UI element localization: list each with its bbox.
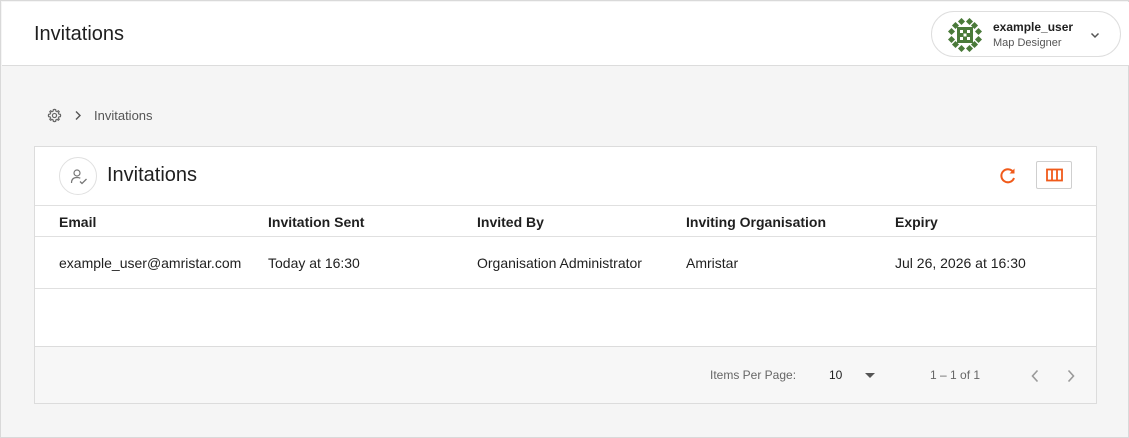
columns-icon xyxy=(1046,168,1063,182)
breadcrumb-current: Invitations xyxy=(94,108,153,123)
user-menu-button[interactable]: example_user Map Designer xyxy=(931,11,1121,57)
card-title: Invitations xyxy=(107,164,198,186)
columns-button[interactable] xyxy=(1036,161,1072,189)
chevron-right-icon[interactable] xyxy=(1061,366,1081,386)
gear-icon[interactable] xyxy=(47,108,62,123)
table-header: Email Invitation Sent Invited By Invitin… xyxy=(35,206,1096,237)
chevron-right-icon xyxy=(75,111,81,120)
column-header-invitation-sent[interactable]: Invitation Sent xyxy=(268,214,364,230)
cell-email: example_user@amristar.com xyxy=(59,255,242,271)
cell-invited-by: Organisation Administrator xyxy=(477,255,642,271)
table-row[interactable]: example_user@amristar.com Today at 16:30… xyxy=(35,237,1096,289)
app-frame: Invitations example_user Map Designer In… xyxy=(0,0,1129,438)
dropdown-caret-icon xyxy=(865,373,875,378)
items-per-page-value: 10 xyxy=(829,368,843,382)
pagination-range: 1 – 1 of 1 xyxy=(930,368,981,382)
card-icon-circle xyxy=(59,157,97,195)
card-header: Invitations xyxy=(35,147,1096,206)
items-per-page-select[interactable]: 10 xyxy=(829,366,883,386)
user-chevron-down-icon xyxy=(1090,32,1100,39)
table-footer: Items Per Page: 10 1 – 1 of 1 xyxy=(35,346,1096,403)
avatar xyxy=(948,18,982,52)
items-per-page-label: Items Per Page: xyxy=(710,368,797,382)
refresh-icon[interactable] xyxy=(997,165,1019,187)
cell-invitation-sent: Today at 16:30 xyxy=(268,255,360,271)
user-name: example_user xyxy=(993,20,1074,34)
column-header-inviting-organisation[interactable]: Inviting Organisation xyxy=(686,214,826,230)
invitations-card: Invitations Email Invitation Sent Invite… xyxy=(34,146,1097,404)
invitation-icon xyxy=(70,169,87,185)
column-header-invited-by[interactable]: Invited By xyxy=(477,214,544,230)
chevron-left-icon[interactable] xyxy=(1025,366,1045,386)
column-header-email[interactable]: Email xyxy=(59,214,96,230)
cell-inviting-organisation: Amristar xyxy=(686,255,739,271)
cell-expiry: Jul 26, 2026 at 16:30 xyxy=(895,255,1026,271)
user-role: Map Designer xyxy=(993,37,1062,49)
top-bar: Invitations example_user Map Designer xyxy=(2,2,1129,66)
page-title: Invitations xyxy=(34,23,125,45)
column-header-expiry[interactable]: Expiry xyxy=(895,214,938,230)
